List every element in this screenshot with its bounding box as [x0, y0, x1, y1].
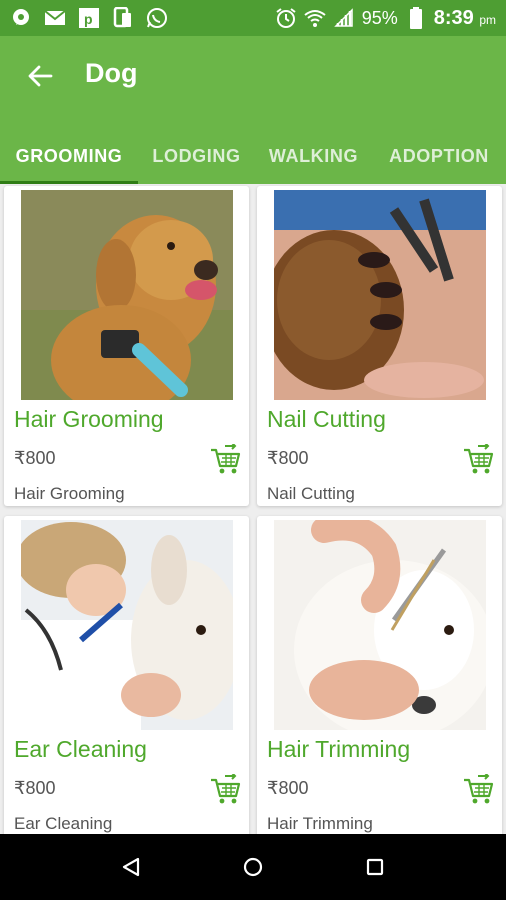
clock-ampm: pm: [479, 12, 496, 27]
app-bar: Dog GROOMING LODGING WALKING ADOPTION: [0, 36, 506, 184]
phone-screenshot-icon: [112, 7, 134, 29]
hair-trimming-image: [274, 520, 486, 730]
service-name: Ear Cleaning: [14, 736, 147, 762]
service-description: Hair Grooming: [14, 484, 125, 503]
alarm-clock-icon: [275, 7, 297, 29]
nav-back-button[interactable]: [111, 847, 151, 887]
battery-percent: 95%: [361, 7, 398, 28]
tab-adoption[interactable]: ADOPTION: [372, 128, 506, 184]
chat-bubble-icon: [10, 7, 32, 29]
circle-home-icon: [243, 857, 263, 877]
add-to-cart-button[interactable]: [209, 772, 241, 806]
add-to-cart-button[interactable]: [462, 442, 494, 476]
add-to-cart-button[interactable]: [462, 772, 494, 806]
ear-cleaning-image: [21, 520, 233, 730]
battery-icon: [405, 7, 427, 29]
service-card-ear-cleaning[interactable]: Ear Cleaning ₹800 Ear Cleaning: [4, 516, 249, 834]
price-value: 800: [25, 448, 56, 468]
service-price: ₹800: [14, 448, 56, 469]
system-navigation-bar: [0, 834, 506, 900]
add-to-cart-button[interactable]: [209, 442, 241, 476]
price-value: 800: [25, 778, 56, 798]
back-button[interactable]: [22, 60, 58, 92]
service-card-hair-grooming[interactable]: Hair Grooming ₹800 Hair Grooming: [4, 186, 249, 506]
service-price: ₹800: [267, 448, 309, 469]
notification-icons: p: [10, 7, 168, 29]
clock-time: 8:39: [433, 6, 474, 29]
svg-text:p: p: [84, 11, 93, 27]
service-price: ₹800: [14, 778, 56, 799]
service-name: Hair Trimming: [267, 736, 411, 762]
currency-symbol: ₹: [267, 448, 279, 468]
service-name: Hair Grooming: [14, 406, 164, 432]
price-value: 800: [278, 778, 309, 798]
service-card-nail-cutting[interactable]: Nail Cutting ₹800 Nail Cutting: [257, 186, 502, 506]
add-to-cart-icon: [211, 442, 241, 474]
page-title: Dog: [85, 58, 138, 88]
clock: 8:39 pm: [434, 7, 496, 30]
category-tabs: GROOMING LODGING WALKING ADOPTION: [0, 128, 506, 184]
mail-icon: [44, 7, 66, 29]
currency-symbol: ₹: [14, 778, 26, 798]
status-bar: p 95% 8:39 pm: [0, 0, 506, 36]
add-to-cart-icon: [464, 772, 494, 804]
service-description: Ear Cleaning: [14, 814, 113, 833]
currency-symbol: ₹: [14, 448, 26, 468]
hair-grooming-image: [21, 190, 233, 400]
price-value: 800: [278, 448, 309, 468]
service-card-hair-trimming[interactable]: Hair Trimming ₹800 Hair Trimming: [257, 516, 502, 834]
wifi-icon: [304, 7, 326, 29]
app-p-icon: p: [78, 7, 100, 29]
service-name: Nail Cutting: [267, 406, 386, 432]
cell-signal-icon: [333, 7, 355, 29]
add-to-cart-icon: [211, 772, 241, 804]
system-status: 95% 8:39 pm: [275, 7, 496, 30]
service-description: Nail Cutting: [267, 484, 355, 503]
service-price: ₹800: [267, 778, 309, 799]
service-grid: Hair Grooming ₹800 Hair Grooming Nail Cu…: [0, 184, 506, 834]
nav-home-button[interactable]: [233, 847, 273, 887]
whatsapp-icon: [146, 7, 168, 29]
service-description: Hair Trimming: [267, 814, 373, 833]
triangle-back-icon: [122, 857, 140, 877]
arrow-left-icon: [28, 65, 53, 87]
add-to-cart-icon: [464, 442, 494, 474]
tab-lodging[interactable]: LODGING: [138, 128, 255, 184]
nail-cutting-image: [274, 190, 486, 400]
square-recents-icon: [366, 858, 384, 876]
tab-walking[interactable]: WALKING: [255, 128, 372, 184]
nav-recents-button[interactable]: [355, 847, 395, 887]
tab-grooming[interactable]: GROOMING: [0, 128, 138, 184]
currency-symbol: ₹: [267, 778, 279, 798]
